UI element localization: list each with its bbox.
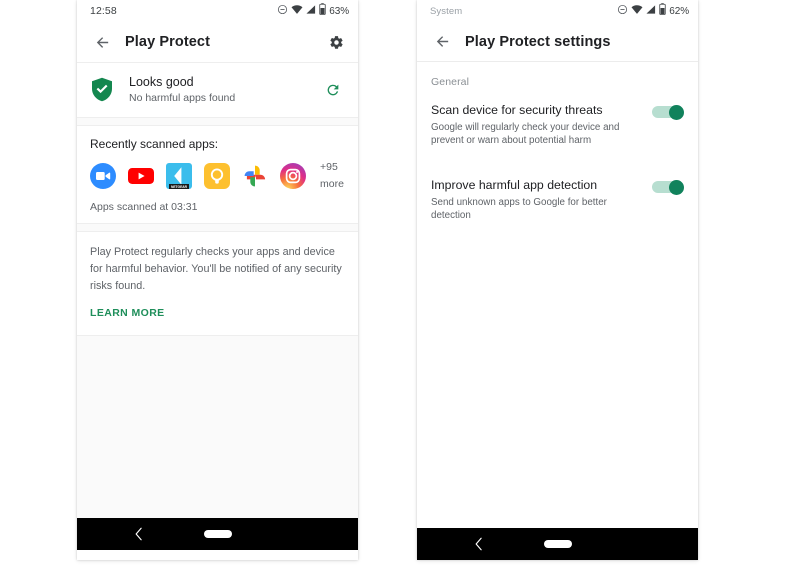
phone-screen-play-protect: 12:58 63% Play Protect Looks good No har… <box>77 0 358 560</box>
battery-icon <box>659 2 666 20</box>
page-title: Play Protect <box>125 34 211 50</box>
status-bar: 12:58 63% <box>77 0 358 22</box>
setting-row-scan-device[interactable]: Scan device for security threats Google … <box>417 88 698 161</box>
signal-icon <box>306 2 316 20</box>
settings-button[interactable] <box>324 30 348 54</box>
scan-status-card: Looks good No harmful apps found <box>77 62 358 118</box>
netgear-app-icon[interactable]: NETGEAR <box>166 163 192 189</box>
toggle-scan-device[interactable] <box>652 105 684 120</box>
back-button[interactable] <box>89 29 115 55</box>
more-apps-label[interactable]: +95 more <box>320 161 344 191</box>
setting-title: Scan device for security threats <box>431 103 603 117</box>
back-button[interactable] <box>429 29 455 55</box>
toggle-improve-detection[interactable] <box>652 180 684 195</box>
battery-icon <box>319 2 326 20</box>
nav-back-icon <box>135 527 142 541</box>
toggle-knob <box>669 180 684 195</box>
settings-content: General Scan device for security threats… <box>417 62 698 560</box>
phone-screen-play-protect-settings: System 62% Play Protect settings General… <box>417 0 698 560</box>
youtube-app-icon[interactable] <box>128 163 154 189</box>
signal-icon <box>646 2 656 20</box>
setting-row-improve-detection[interactable]: Improve harmful app detection Send unkno… <box>417 161 698 236</box>
setting-text: Improve harmful app detection Send unkno… <box>431 177 652 222</box>
more-apps-word: more <box>320 178 344 190</box>
wifi-icon <box>631 2 643 20</box>
scan-status-text: Looks good No harmful apps found <box>129 75 235 105</box>
back-arrow-icon <box>436 36 448 47</box>
section-header-general: General <box>431 76 470 88</box>
play-protect-content: Looks good No harmful apps found Recentl… <box>77 62 358 550</box>
screenshot-canvas: 12:58 63% Play Protect Looks good No har… <box>0 0 800 568</box>
instagram-app-icon[interactable] <box>280 163 306 189</box>
lightbulb-app-icon[interactable] <box>204 163 230 189</box>
more-apps-count: +95 <box>320 161 338 173</box>
recently-scanned-heading: Recently scanned apps: <box>90 137 219 151</box>
shield-check-icon <box>91 77 115 103</box>
battery-percent: 63% <box>329 5 349 17</box>
zoom-app-icon[interactable] <box>90 163 116 189</box>
nav-home-pill[interactable] <box>543 540 572 548</box>
status-bar: System 62% <box>417 0 698 22</box>
back-arrow-icon <box>96 36 108 48</box>
learn-more-link[interactable]: LEARN MORE <box>90 307 165 319</box>
nav-back-icon <box>475 537 482 551</box>
system-navigation-bar <box>77 518 358 550</box>
nav-home-pill[interactable] <box>203 530 232 538</box>
status-bar-label: System <box>430 5 463 17</box>
scan-status-subtitle: No harmful apps found <box>129 92 236 104</box>
nav-back-button[interactable] <box>133 518 144 550</box>
refresh-scan-button[interactable] <box>322 79 344 101</box>
gear-icon <box>329 35 343 49</box>
play-protect-description: Play Protect regularly checks your apps … <box>90 246 342 292</box>
status-bar-icons: 62% <box>617 2 689 20</box>
battery-percent: 62% <box>669 5 689 17</box>
svg-text:NETGEAR: NETGEAR <box>171 185 188 189</box>
setting-subtitle: Send unknown apps to Google for better d… <box>431 197 607 221</box>
setting-title: Improve harmful app detection <box>431 178 598 192</box>
nav-back-button[interactable] <box>473 528 484 560</box>
setting-text: Scan device for security threats Google … <box>431 102 652 147</box>
setting-subtitle: Google will regularly check your device … <box>431 122 620 146</box>
google-photos-app-icon[interactable] <box>242 163 268 189</box>
dnd-icon <box>277 2 288 20</box>
system-navigation-bar <box>417 528 698 560</box>
scanned-app-list: NETGEAR +95 more <box>90 161 346 191</box>
scan-status-title: Looks good <box>129 75 194 89</box>
status-bar-icons: 63% <box>277 2 349 20</box>
recently-scanned-card: Recently scanned apps: NETGEAR +95 more … <box>77 125 358 224</box>
wifi-icon <box>291 2 303 20</box>
refresh-icon <box>327 84 339 96</box>
play-protect-info-card: Play Protect regularly checks your apps … <box>77 231 358 336</box>
dnd-icon <box>617 2 628 20</box>
app-bar: Play Protect settings <box>417 22 698 62</box>
toggle-knob <box>669 105 684 120</box>
page-title: Play Protect settings <box>465 33 611 50</box>
status-bar-clock: 12:58 <box>90 5 117 17</box>
last-scan-time: Apps scanned at 03:31 <box>90 201 198 213</box>
app-bar: Play Protect <box>77 22 358 62</box>
